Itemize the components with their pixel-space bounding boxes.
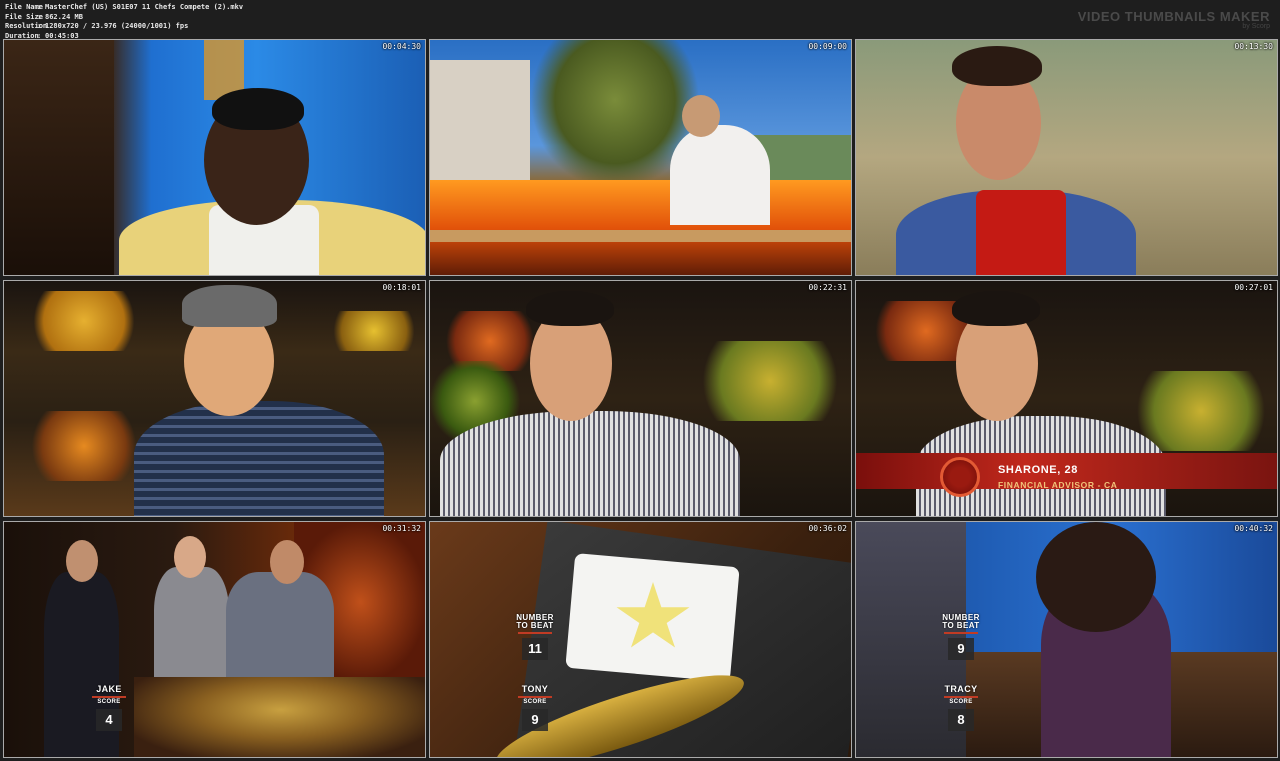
separator: : (37, 22, 42, 30)
score-value: 8 (948, 709, 974, 731)
resolution-value: 1280x720 / 23.976 (24000/1001) fps (45, 22, 189, 30)
contestant-name: TONY (521, 684, 549, 694)
file-size-label: File Size (5, 12, 43, 21)
score-bar (518, 632, 552, 634)
produce-shelf (690, 341, 850, 421)
contestant-score-overlay: TRACY SCORE 8 (936, 684, 986, 731)
contestant-score-overlay: TONY SCORE 9 (510, 684, 560, 731)
thumbnail-6[interactable]: SHARONE, 28 FINANCIAL ADVISOR - CA 00:27… (855, 280, 1278, 517)
timestamp: 00:22:31 (808, 283, 847, 292)
person-hair (952, 46, 1042, 86)
file-info-panel: File Name: MasterChef (US) S01E07 11 Chef… (5, 3, 243, 41)
score-value: 9 (522, 709, 548, 731)
thumbnail-3[interactable]: 00:13:30 (855, 39, 1278, 276)
cap (182, 285, 277, 327)
timestamp: 00:04:30 (382, 42, 421, 51)
brand-title: VIDEO THUMBNAILS MAKER (1077, 9, 1270, 24)
produce-shelf (324, 311, 424, 351)
score-bar (518, 696, 552, 698)
score-bar (92, 696, 126, 698)
timestamp: 00:09:00 (808, 42, 847, 51)
person-hair (952, 291, 1040, 326)
thumbnail-2[interactable]: 00:09:00 (429, 39, 852, 276)
judge-head (66, 540, 98, 582)
cook-shirt (670, 125, 770, 225)
score-label: SCORE (949, 699, 973, 705)
background-wall (4, 40, 114, 275)
file-name-value: MasterChef (US) S01E07 11 Chefs Compete … (45, 3, 244, 11)
contestant-name: JAKE (96, 684, 122, 694)
thumbnail-7[interactable]: JAKE SCORE 4 00:31:32 (3, 521, 426, 758)
file-size-value: 862.24 MB (45, 12, 83, 21)
score-bar (944, 696, 978, 698)
produce-shelf (24, 411, 144, 481)
person-hair (526, 291, 614, 326)
produce-display (134, 677, 425, 757)
number-to-beat-value: 11 (522, 638, 548, 660)
score-label: SCORE (523, 699, 547, 705)
cook-head (682, 95, 720, 137)
red-apron (976, 190, 1066, 275)
masterchef-logo (940, 457, 980, 497)
judge-head (174, 536, 206, 578)
person-shirt (440, 411, 740, 516)
resolution-label: Resolution (5, 22, 48, 30)
contestant-name: TRACY (944, 684, 978, 694)
thumbnail-grid: 00:04:30 00:09:00 00:13:30 00:18:01 00:2… (3, 39, 1278, 758)
person-hair (212, 88, 304, 130)
timestamp: 00:36:02 (808, 524, 847, 533)
number-to-beat-overlay: NUMBER TO BEAT 11 (510, 614, 560, 660)
thumbnail-5[interactable]: 00:22:31 (429, 280, 852, 517)
grill-rail (430, 230, 851, 242)
separator: : (37, 12, 42, 21)
to-beat-label: TO BEAT (942, 621, 980, 630)
thumbnail-4[interactable]: 00:18:01 (3, 280, 426, 517)
contestant-name: SHARONE, 28 (998, 464, 1078, 476)
timestamp: 00:27:01 (1234, 283, 1273, 292)
person-shirt (134, 401, 384, 516)
timestamp: 00:31:32 (382, 524, 421, 533)
grill-flames (430, 180, 851, 275)
contestant-score-overlay: JAKE SCORE 4 (84, 684, 134, 731)
produce-shelf (24, 291, 144, 351)
timestamp: 00:13:30 (1234, 42, 1273, 51)
contestant-hair (1036, 522, 1156, 632)
separator: : (37, 3, 42, 11)
score-bar (944, 632, 978, 634)
number-to-beat-value: 9 (948, 638, 974, 660)
score-label: SCORE (97, 699, 121, 705)
brand-subtitle: by Scorp (1242, 23, 1270, 30)
judge-head (270, 540, 304, 584)
timestamp: 00:40:32 (1234, 524, 1273, 533)
file-name-label: File Name (5, 3, 43, 11)
timestamp: 00:18:01 (382, 283, 421, 292)
score-value: 4 (96, 709, 122, 731)
contestant-role: FINANCIAL ADVISOR - CA (998, 480, 1118, 490)
number-to-beat-overlay: NUMBER TO BEAT 9 (936, 614, 986, 660)
brand-watermark: VIDEO THUMBNAILS MAKER by Scorp (1078, 9, 1270, 30)
thumbnail-9[interactable]: NUMBER TO BEAT 9 TRACY SCORE 8 00:40:32 (855, 521, 1278, 758)
to-beat-label: TO BEAT (516, 621, 554, 630)
thumbnail-1[interactable]: 00:04:30 (3, 39, 426, 276)
thumbnail-8[interactable]: NUMBER TO BEAT 11 TONY SCORE 9 00:36:02 (429, 521, 852, 758)
